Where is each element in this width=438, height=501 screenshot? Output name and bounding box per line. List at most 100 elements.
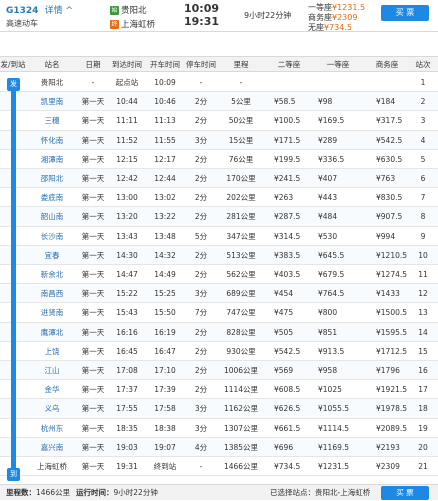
table-row[interactable]: 上海虹桥 第一天 19:31 终到站 - 1466公里 ¥734.5 ¥1231.5 ¥2309… (0, 457, 438, 477)
distance-cell: 347公里 (226, 231, 256, 241)
stop-number: 21 (418, 462, 428, 471)
station-name[interactable]: 江山 (26, 361, 78, 380)
arrival-time-cell: 12:42 (116, 174, 138, 183)
first-class-price: ¥679.5 (318, 270, 345, 279)
station-name[interactable]: 义乌 (26, 399, 78, 418)
business-class-price: ¥1796 (376, 366, 400, 375)
station-name[interactable]: 贵阳北 (26, 73, 78, 92)
start-badge-icon: 始 (110, 5, 119, 15)
date-cell: 第一天 (81, 250, 105, 260)
footer-buy-button[interactable]: 买 票 (381, 486, 429, 500)
table-row[interactable]: 嘉兴南 第一天 19:03 19:07 4分 1385公里 ¥696 ¥1169.5 ¥2193… (0, 437, 438, 457)
second-class-price: ¥100.5 (274, 116, 301, 126)
station-name[interactable]: 湘潭南 (26, 150, 78, 169)
arrival-time-cell: 13:43 (116, 231, 138, 241)
station-name[interactable]: 韶山南 (26, 207, 78, 226)
date-cell: 第一天 (81, 97, 105, 107)
station-name[interactable]: 新余北 (26, 265, 78, 284)
table-row[interactable]: 宜春 第一天 14:30 14:32 2分 513公里 ¥383.5 ¥645.5 ¥1210.… (0, 245, 438, 265)
second-class-price: ¥171.5 (274, 135, 301, 145)
business-class-price: ¥1712.5 (376, 346, 408, 356)
departure-time: 10:09 (184, 2, 220, 15)
stop-number: 20 (418, 442, 428, 452)
arrival-time-cell: 14:30 (116, 250, 138, 260)
total-distance: 里程数：1466公里 (6, 485, 70, 501)
station-name[interactable]: 长沙南 (26, 227, 78, 246)
selected-label: 已选择站点： (270, 488, 315, 497)
price-label: 一等座 (308, 3, 332, 12)
second-class-price: ¥608.5 (274, 385, 301, 395)
business-class-price: ¥994 (376, 231, 396, 241)
table-row[interactable]: 江山 第一天 17:08 17:10 2分 1006公里 ¥569 ¥958 ¥1796 16 (0, 361, 438, 381)
table-row[interactable]: 湘潭南 第一天 12:15 12:17 2分 76公里 ¥199.5 ¥336.5 ¥630.5… (0, 150, 438, 169)
table-row[interactable]: 新余北 第一天 14:47 14:49 2分 562公里 ¥403.5 ¥679.5 ¥1274… (0, 265, 438, 285)
table-row[interactable]: 义乌 第一天 17:55 17:58 3分 1162公里 ¥626.5 ¥1055.5 ¥197… (0, 399, 438, 419)
arrival-time: 19:31 (184, 15, 220, 28)
table-row[interactable]: 金华 第一天 17:37 17:39 2分 1114公里 ¥608.5 ¥1025 ¥1921.… (0, 380, 438, 400)
stop-duration-cell: 3分 (194, 404, 208, 414)
stop-number: 17 (418, 385, 428, 395)
stops-table-header: 发/到站 站名 日期 到达时间 开车时间 停车时间 里程 二等座 一等座 商务座… (0, 56, 438, 72)
second-class-price: ¥696 (274, 442, 294, 452)
buy-ticket-button[interactable]: 买 票 (381, 5, 429, 21)
date-cell: 第一天 (81, 346, 105, 356)
price-value: ¥734.5 (324, 23, 352, 32)
table-row[interactable]: 杭州东 第一天 18:35 18:38 3分 1307公里 ¥661.5 ¥1114.5 ¥20… (0, 419, 438, 438)
table-row[interactable]: 娄底南 第一天 13:00 13:02 2分 202公里 ¥263 ¥443 ¥830.5 7 (0, 188, 438, 208)
first-class-price: ¥443 (318, 193, 338, 203)
detail-label[interactable]: 详情 (45, 6, 63, 16)
table-row[interactable]: 上饶 第一天 16:45 16:47 2分 930公里 ¥542.5 ¥913.5 ¥1712.… (0, 342, 438, 361)
station-name[interactable]: 金华 (26, 380, 78, 399)
station-name[interactable]: 鹰潭北 (26, 323, 78, 342)
station-name[interactable]: 杭州东 (26, 419, 78, 438)
distance-cell: 747公里 (226, 308, 256, 318)
date-cell: 第一天 (81, 462, 105, 471)
first-class-price: ¥913.5 (318, 346, 345, 356)
second-class-price: ¥241.5 (274, 174, 301, 183)
table-row[interactable]: 贵阳北 - 起点站 10:09 - - 1 (0, 73, 438, 93)
stop-number: 8 (420, 212, 426, 222)
distance-cell: 170公里 (226, 174, 256, 183)
station-name[interactable]: 邵阳北 (26, 169, 78, 188)
station-name[interactable]: 进贤南 (26, 303, 78, 322)
second-class-price: ¥263 (274, 193, 294, 203)
table-row[interactable]: 邵阳北 第一天 12:42 12:44 2分 170公里 ¥241.5 ¥407 ¥763 6 (0, 169, 438, 189)
detail-toggle[interactable]: 详情 ^ (45, 6, 73, 16)
header-route: 发/到站 (0, 60, 26, 69)
station-name[interactable]: 上海虹桥 (26, 457, 78, 476)
end-badge-icon: 终 (110, 19, 119, 29)
table-row[interactable]: 长沙南 第一天 13:43 13:48 5分 347公里 ¥314.5 ¥530 ¥994 9 (0, 227, 438, 246)
stop-duration-cell: 2分 (194, 193, 208, 203)
station-name[interactable]: 宜春 (26, 246, 78, 265)
stop-duration-cell: 2分 (194, 385, 208, 395)
table-row[interactable]: 进贤南 第一天 15:43 15:50 7分 747公里 ¥475 ¥800 ¥1500.5 13 (0, 303, 438, 323)
table-row[interactable]: 南昌西 第一天 15:22 15:25 3分 689公里 ¥454 ¥764.5 ¥1433 12 (0, 284, 438, 304)
table-row[interactable]: 凯里南 第一天 10:44 10:46 2分 5公里 ¥58.5 ¥98 ¥184 2 (0, 92, 438, 112)
table-row[interactable]: 三穗 第一天 11:11 11:13 2分 50公里 ¥100.5 ¥169.5 ¥317.5 3 (0, 111, 438, 131)
chevron-up-icon[interactable]: ^ (65, 6, 73, 16)
station-name[interactable]: 上饶 (26, 342, 78, 361)
station-name[interactable]: 南昌西 (26, 284, 78, 303)
stop-duration-cell: 2分 (194, 154, 208, 164)
station-name[interactable]: 凯里南 (26, 92, 78, 111)
station-name[interactable]: 怀化南 (26, 131, 78, 150)
arrival-time-cell: 19:03 (116, 442, 138, 452)
stop-duration-cell: 4分 (194, 442, 208, 452)
business-class-price: ¥317.5 (376, 116, 403, 126)
business-class-price: ¥1921.5 (376, 385, 408, 395)
business-class-price: ¥763 (376, 174, 396, 183)
table-row[interactable]: 怀化南 第一天 11:52 11:55 3分 15公里 ¥171.5 ¥289 ¥542.5 4 (0, 130, 438, 150)
distance-cell: 15公里 (228, 135, 254, 145)
station-name[interactable]: 嘉兴南 (26, 438, 78, 457)
station-name[interactable]: 娄底南 (26, 188, 78, 207)
table-row[interactable]: 韶山南 第一天 13:20 13:22 2分 281公里 ¥287.5 ¥484 ¥907.5 8 (0, 207, 438, 227)
departure-time-cell: 17:58 (154, 404, 176, 414)
departure-time-cell: 17:39 (154, 385, 176, 395)
second-class-price: ¥403.5 (274, 270, 301, 279)
arrival-time-cell: 17:08 (116, 366, 138, 375)
station-name[interactable]: 三穗 (26, 111, 78, 130)
selected-value: 贵阳北-上海虹桥 (315, 488, 371, 497)
departure-time-cell: 12:44 (154, 174, 176, 183)
header-stop-time: 停车时间 (186, 60, 216, 69)
table-row[interactable]: 鹰潭北 第一天 16:16 16:19 2分 828公里 ¥505 ¥851 ¥1595.5 14 (0, 322, 438, 342)
